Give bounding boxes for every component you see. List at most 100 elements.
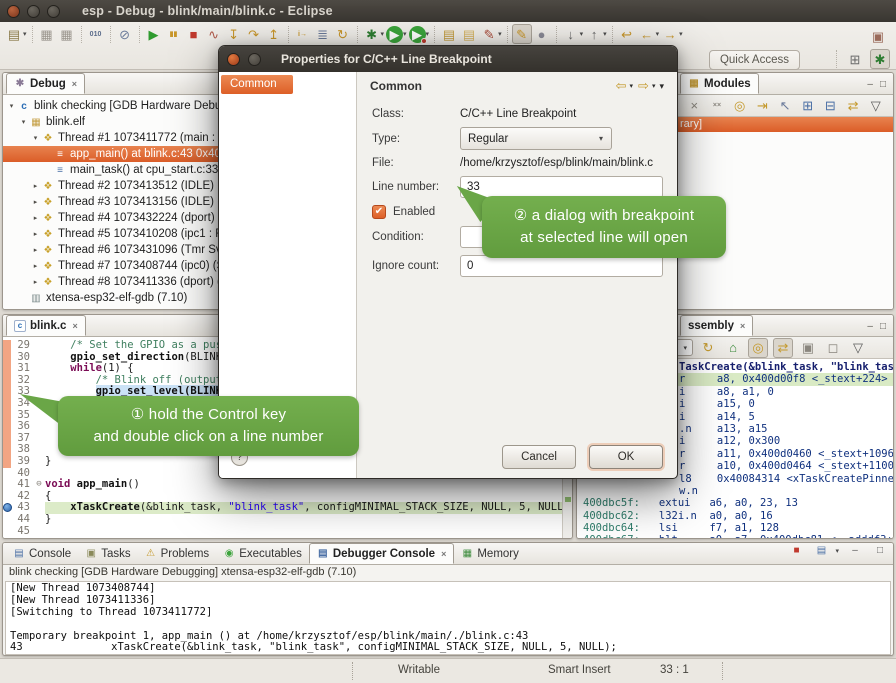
remove-all-modules-icon[interactable]: ×× [708, 96, 727, 116]
debug-perspective-icon[interactable]: ✱ [870, 49, 890, 69]
tab-blink-c[interactable]: c blink.c × [6, 315, 86, 336]
cancel-button[interactable]: Cancel [502, 445, 576, 469]
close-icon[interactable]: × [72, 321, 77, 331]
mark-occurrences-icon[interactable]: ● [532, 24, 552, 44]
tab-console[interactable]: ▤Console [6, 543, 78, 564]
save-all-icon[interactable]: ▦ [57, 24, 77, 44]
editor-line[interactable]: 41⊖void app_main() [3, 479, 562, 491]
line-number-field[interactable] [460, 176, 663, 198]
expander-icon[interactable]: ▸ [30, 182, 41, 190]
editor-line[interactable]: 43 xTaskCreate(&blink_task, "blink_task"… [3, 502, 562, 514]
tab-executables[interactable]: ◉Executables [216, 543, 309, 564]
restart-icon[interactable]: ↻ [333, 24, 353, 44]
terminate-icon[interactable]: ■ [184, 24, 204, 44]
external-tools-dropdown-icon[interactable]: ▾ [426, 30, 430, 38]
sidebar-item-common[interactable]: Common [221, 75, 293, 94]
window-minimize-icon[interactable] [27, 5, 40, 18]
open-folder-icon[interactable]: ▤ [459, 24, 479, 44]
tab-debugger-console[interactable]: ▤Debugger Console× [309, 543, 455, 564]
terminate-console-icon[interactable]: ■ [786, 542, 806, 561]
run-dropdown-icon[interactable]: ▾ [403, 30, 407, 38]
enabled-checkbox[interactable]: ✔ [372, 205, 386, 219]
save-icon[interactable]: ▦ [37, 24, 57, 44]
close-icon[interactable]: × [740, 321, 745, 331]
close-icon[interactable]: × [441, 549, 446, 559]
back-icon[interactable]: ⇦ [616, 78, 627, 94]
expander-icon[interactable]: ▸ [30, 278, 41, 286]
expander-icon[interactable]: ▸ [30, 230, 41, 238]
tab-memory[interactable]: ▦Memory [454, 543, 526, 564]
step-into-icon[interactable]: ↧ [224, 24, 244, 44]
editor-presentation-icon[interactable]: ▣ [868, 26, 888, 46]
line-number[interactable]: 29 [11, 340, 33, 352]
tab-tasks[interactable]: ▣Tasks [78, 543, 137, 564]
overview-breakpoint-mark[interactable] [565, 497, 571, 502]
expander-icon[interactable]: ▾ [18, 118, 29, 126]
external-tools-icon[interactable]: ▶ [409, 26, 426, 43]
line-number[interactable]: 41 [11, 479, 33, 491]
editor-line[interactable]: 45 [3, 526, 562, 538]
collapse-all-icon[interactable]: ⊟ [821, 96, 840, 116]
tab-modules[interactable]: ▦ Modules [680, 73, 759, 94]
debug-icon[interactable]: ✱ [362, 24, 382, 44]
dialog-close-icon[interactable] [227, 53, 240, 66]
forward-icon[interactable]: → [660, 24, 680, 44]
chevron-down-icon[interactable]: ▾ [630, 82, 634, 90]
binary-console-icon[interactable]: 010 [86, 24, 106, 44]
instruction-step-icon[interactable]: i→ [293, 24, 313, 44]
view-menu-icon[interactable]: ▽ [866, 96, 885, 116]
chevron-down-icon[interactable]: ▾ [683, 344, 687, 352]
next-annotation-icon[interactable]: ↓ [561, 24, 581, 44]
minimize-panel-icon[interactable]: – [867, 79, 873, 90]
open-project-icon[interactable]: ▤ [439, 24, 459, 44]
display-selected-console-icon[interactable]: ▤ [811, 542, 831, 561]
tab-disassembly[interactable]: ssembly × [680, 315, 753, 336]
expander-icon[interactable]: ▸ [30, 262, 41, 270]
resume-icon[interactable]: ▶ [144, 24, 164, 44]
select-pointer-icon[interactable]: ↖ [776, 96, 795, 116]
refresh-view-icon[interactable]: ↻ [698, 338, 718, 358]
show-source-icon[interactable]: ◎ [748, 338, 768, 358]
view-menu-icon[interactable]: ▾ [659, 81, 664, 92]
pin-view-icon[interactable]: ◻ [823, 338, 843, 358]
load-symbols-icon[interactable]: ⇥ [753, 96, 772, 116]
sync-modules-icon[interactable]: ⇄ [844, 96, 863, 116]
run-icon[interactable]: ▶ [386, 26, 403, 43]
expander-icon[interactable]: ▸ [30, 198, 41, 206]
back-icon[interactable]: ← [637, 24, 657, 44]
window-close-icon[interactable] [7, 5, 20, 18]
ignore-count-field[interactable] [460, 255, 663, 277]
expander-icon[interactable]: ▾ [6, 102, 17, 110]
last-edit-location-icon[interactable]: ↩ [617, 24, 637, 44]
minimize-panel-icon[interactable]: – [867, 321, 873, 332]
close-icon[interactable]: × [72, 79, 77, 89]
prev-annotation-icon[interactable]: ↑ [584, 24, 604, 44]
open-perspective-icon[interactable]: ⊞ [845, 49, 865, 69]
search-pen-icon[interactable]: ✎ [479, 24, 499, 44]
expand-all-icon[interactable]: ⊞ [798, 96, 817, 116]
skip-breakpoints-icon[interactable]: ⊘ [115, 24, 135, 44]
line-number[interactable]: 36 [11, 421, 33, 433]
sync-selection-icon[interactable]: ⇄ [773, 338, 793, 358]
open-new-view-icon[interactable]: ▣ [798, 338, 818, 358]
new-wizard-icon[interactable]: ▤ [4, 24, 24, 44]
maximize-panel-icon[interactable]: □ [870, 542, 890, 561]
line-number[interactable]: 45 [11, 526, 33, 538]
view-menu-icon[interactable]: ▽ [848, 338, 868, 358]
maximize-panel-icon[interactable]: □ [880, 321, 886, 332]
ok-button[interactable]: OK [589, 445, 663, 469]
fold-icon[interactable]: ⊖ [33, 479, 45, 491]
quick-access-button[interactable]: Quick Access [709, 50, 800, 70]
line-number[interactable]: 39 [11, 456, 33, 468]
editor-line[interactable]: 44} [3, 514, 562, 526]
console-output[interactable]: [New Thread 1073408744][New Thread 10734… [5, 581, 891, 655]
filter-modules-icon[interactable]: ◎ [730, 96, 749, 116]
step-return-icon[interactable]: ↥ [264, 24, 284, 44]
maximize-panel-icon[interactable]: □ [880, 79, 886, 90]
tab-problems[interactable]: ⚠Problems [138, 543, 217, 564]
expander-icon[interactable]: ▾ [30, 134, 41, 142]
step-over-icon[interactable]: ↷ [244, 24, 264, 44]
tab-debug[interactable]: ✱ Debug × [6, 73, 85, 94]
expander-icon[interactable]: ▸ [30, 214, 41, 222]
window-maximize-icon[interactable] [47, 5, 60, 18]
